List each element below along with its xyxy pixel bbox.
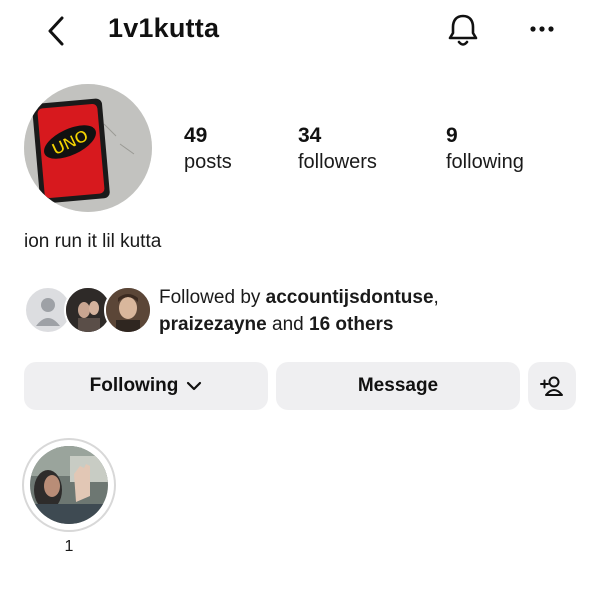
followed-by-prefix: Followed by (159, 287, 266, 308)
posts-label: posts (184, 151, 232, 173)
back-button[interactable] (40, 12, 74, 50)
suggest-accounts-button[interactable] (528, 362, 576, 410)
more-horizontal-icon (530, 26, 554, 32)
following-count: 9 (446, 124, 458, 147)
chevron-left-icon (48, 16, 64, 46)
notifications-button[interactable] (444, 10, 482, 50)
profile-avatar[interactable]: UNO (24, 84, 152, 212)
chevron-down-icon (187, 381, 202, 391)
highlight-label: 1 (64, 538, 74, 555)
message-button[interactable]: Message (276, 362, 520, 410)
posts-count: 49 (184, 124, 208, 147)
mutual-followers[interactable]: Followed by accountijsdontuse, praizezay… (24, 284, 584, 338)
add-user-icon (540, 376, 563, 396)
followed-by-text: Followed by accountijsdontuse, praizezay… (159, 284, 439, 338)
followers-count: 34 (298, 124, 322, 147)
followed-by-separator: , (433, 287, 439, 308)
following-button-label: Following (89, 375, 179, 396)
followers-label: followers (298, 151, 377, 173)
mutual-name-2[interactable]: praizezayne (159, 314, 267, 335)
followed-by-and: and (266, 314, 309, 335)
highlight-cover (30, 446, 108, 524)
stat-posts[interactable]: 49 posts (184, 124, 232, 176)
more-options-button[interactable] (524, 14, 560, 44)
mutual-name-1[interactable]: accountijsdontuse (266, 287, 434, 308)
following-button[interactable]: Following (24, 362, 268, 410)
mutual-others-count[interactable]: 16 others (309, 314, 393, 335)
following-label: following (446, 151, 524, 173)
mutual-avatar-3 (104, 286, 152, 334)
profile-bio: ion run it lil kutta (24, 231, 162, 252)
stat-followers[interactable]: 34 followers (298, 124, 377, 176)
message-button-label: Message (357, 375, 439, 396)
profile-username: 1v1kutta (108, 13, 220, 43)
bell-icon (448, 14, 478, 46)
top-bar: 1v1kutta (0, 0, 600, 62)
stat-following[interactable]: 9 following (446, 124, 524, 176)
story-highlight[interactable] (22, 438, 116, 532)
